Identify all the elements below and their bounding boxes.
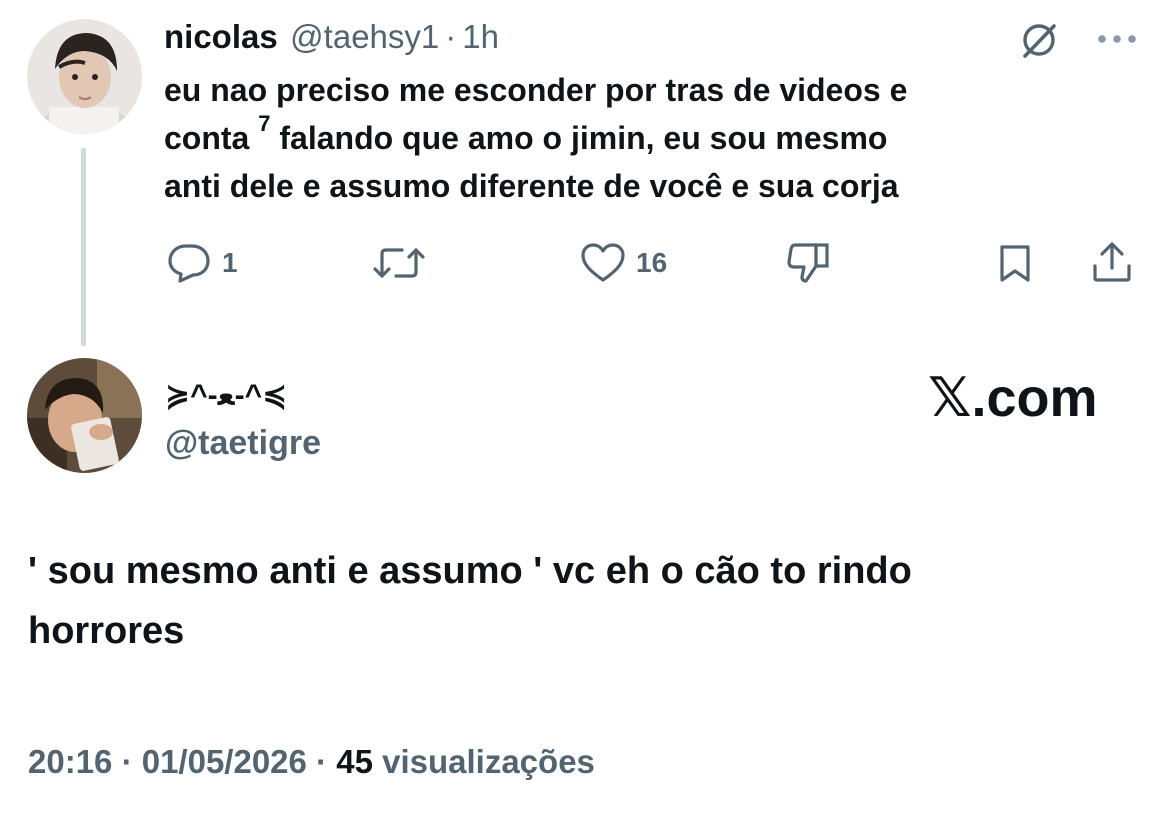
avatar-image <box>27 19 142 134</box>
superscript-seven: 7 <box>258 111 271 136</box>
heart-icon <box>581 243 625 282</box>
retweet-button[interactable] <box>372 242 426 284</box>
thread-line <box>81 148 86 346</box>
footer-timestamp[interactable]: 20:16 · 01/05/2026 · <box>28 743 336 780</box>
display-name[interactable]: nicolas <box>164 18 278 55</box>
reply-count: 1 <box>222 247 238 278</box>
dislike-icon <box>787 243 829 283</box>
tweet-text-line-2: conta 7 falando que amo o jimin, eu sou … <box>164 111 1124 162</box>
tweet-time[interactable]: 1h <box>462 18 499 55</box>
tweet-text-line-3: anti dele e assumo diferente de você e s… <box>164 168 899 204</box>
more-icon[interactable] <box>1096 32 1140 50</box>
share-icon <box>1093 242 1131 282</box>
avatar-nicolas[interactable] <box>27 19 142 134</box>
quoted-user-handle[interactable]: @taetigre <box>165 424 321 463</box>
like-button[interactable]: 16 <box>580 242 667 284</box>
user-handle[interactable]: @taehsy1 <box>290 18 439 55</box>
bookmark-button[interactable] <box>994 242 1036 284</box>
tweet-text-line-2b: falando que amo o jimin, eu sou mesmo <box>279 120 888 156</box>
tweet-footer: 20:16 · 01/05/2026 · 45 visualizações <box>28 743 595 781</box>
quoted-display-name[interactable]: ≽^-ﻌ-^≼ <box>165 378 287 413</box>
like-count: 16 <box>636 247 668 278</box>
tweet-text-line-1: eu nao preciso me esconder por tras de v… <box>164 72 908 108</box>
separator-dot: · <box>445 18 457 55</box>
dislike-button[interactable] <box>786 240 832 286</box>
reply-button[interactable]: 1 <box>166 242 238 284</box>
quoted-tweet-text: ' sou mesmo anti e assumo ' vc eh o cão … <box>28 541 912 661</box>
tweet-text-line-2a: conta <box>164 120 250 156</box>
x-com-brand: 𝕏.com <box>928 366 1098 429</box>
reply-icon <box>168 244 210 283</box>
tweet-header: nicolas @taehsy1 · 1h <box>164 18 499 56</box>
avatar-image <box>27 358 142 473</box>
share-button[interactable] <box>1090 240 1134 284</box>
x-com-label: 𝕏.com <box>928 368 1098 428</box>
grok-icon[interactable] <box>1017 18 1061 67</box>
retweet-icon <box>373 248 425 278</box>
bookmark-icon <box>1000 245 1030 282</box>
tweet-text: eu nao preciso me esconder por tras de v… <box>164 66 1124 210</box>
avatar-taetigre[interactable] <box>27 358 142 473</box>
view-count: 45 <box>336 743 373 780</box>
views-label: visualizações <box>372 743 595 780</box>
quoted-text-line-1: ' sou mesmo anti e assumo ' vc eh o cão … <box>28 550 912 592</box>
quoted-text-line-2: horrores <box>28 610 185 652</box>
